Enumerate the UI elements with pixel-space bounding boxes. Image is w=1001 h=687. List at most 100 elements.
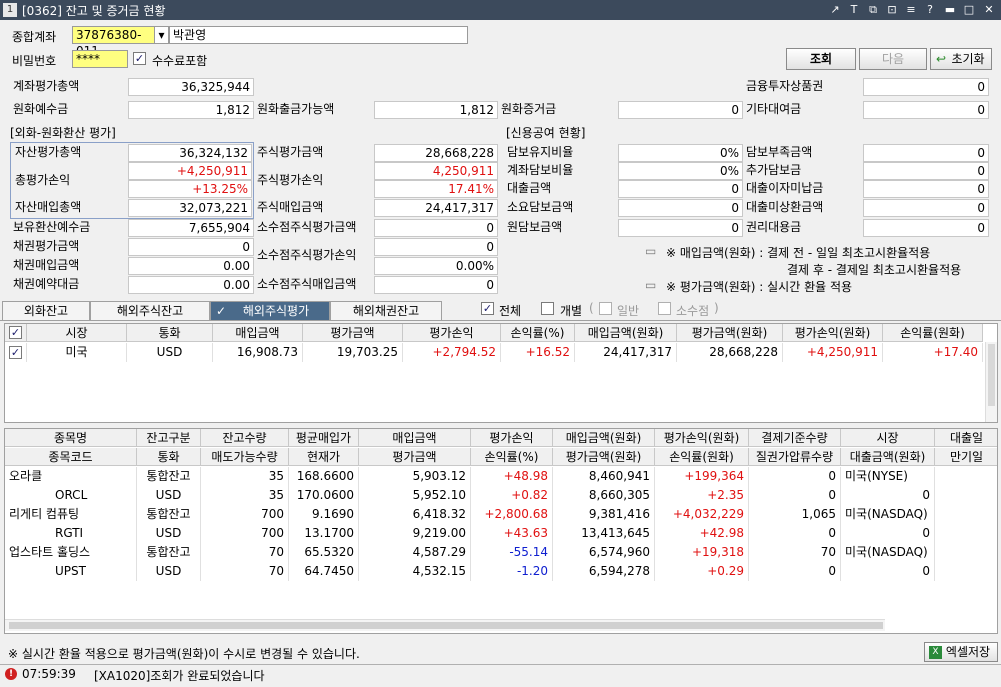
bond-eval-value: 0 bbox=[128, 238, 254, 256]
account-dropdown-icon[interactable]: ▾ bbox=[154, 26, 169, 44]
asset-buy-label: 자산매입총액 bbox=[15, 200, 82, 214]
fee-include-label: 수수료포함 bbox=[152, 54, 208, 68]
cell: +0.82 bbox=[471, 486, 553, 505]
bond-buy-value: 0.00 bbox=[128, 257, 254, 275]
loan-unpaid-label: 대출미상환금액 bbox=[746, 200, 824, 214]
cell: +17.40 bbox=[883, 343, 983, 362]
acct-col-label: 계좌담보비율 bbox=[507, 163, 574, 177]
cell: 168.6600 bbox=[289, 467, 359, 486]
acct-col-value: 0% bbox=[618, 162, 743, 180]
cell: 35 bbox=[201, 467, 289, 486]
tab-foreign-stock-balance[interactable]: 해외주식잔고 bbox=[90, 301, 210, 321]
other-loan-label: 기타대여금 bbox=[746, 102, 802, 116]
capture-icon[interactable]: ⊡ bbox=[885, 3, 899, 17]
col-short-value: 0 bbox=[863, 144, 989, 162]
cell: 0 bbox=[749, 486, 841, 505]
fx-section-title: [외화-원화환산 평가] bbox=[10, 126, 116, 140]
loan-value: 0 bbox=[618, 180, 743, 198]
scroll-thumb[interactable] bbox=[988, 344, 995, 406]
fin-inv-value: 0 bbox=[863, 78, 989, 96]
detail-header: 시장 bbox=[841, 429, 935, 447]
detail-header: 매입금액(원화) bbox=[553, 429, 655, 447]
copy-icon[interactable]: ⧉ bbox=[866, 3, 880, 17]
frac-buy-value: 0 bbox=[374, 276, 498, 294]
help-icon[interactable]: ? bbox=[923, 3, 937, 17]
cell bbox=[935, 505, 997, 524]
cell: 70 bbox=[749, 543, 841, 562]
filter-normal-checkbox[interactable] bbox=[599, 302, 612, 315]
frac-eval-value: 0 bbox=[374, 219, 498, 237]
cell: 9,381,416 bbox=[553, 505, 655, 524]
password-input[interactable]: **** bbox=[72, 50, 128, 68]
reset-label: 초기화 bbox=[951, 52, 985, 66]
cell: +199,364 bbox=[655, 467, 749, 486]
summary-scrollbar[interactable] bbox=[985, 342, 997, 422]
credit-section-title: [신용공여 현황] bbox=[506, 126, 586, 140]
detail-header: 매입금액 bbox=[359, 429, 471, 447]
title-bar: 1 [0362] 잔고 및 증거금 현황 ↗ T ⧉ ⊡ ≡ ? ▬ □ ✕ bbox=[0, 0, 1001, 20]
cell: UPST bbox=[5, 562, 137, 581]
req-col-value: 0 bbox=[618, 199, 743, 217]
footer-note: ※ 실시간 환율 적용으로 평가금액(원화)이 수시로 변경될 수 있습니다. bbox=[8, 647, 360, 661]
next-button[interactable]: 다음 bbox=[859, 48, 927, 70]
detail-scrollbar[interactable] bbox=[5, 619, 885, 631]
tab-foreign-bond-balance[interactable]: 해외채권잔고 bbox=[330, 301, 442, 321]
cell: 16,908.73 bbox=[213, 343, 303, 362]
cell: 64.7450 bbox=[289, 562, 359, 581]
cell: 미국(NYSE) bbox=[841, 467, 935, 486]
popout-icon[interactable]: ↗ bbox=[828, 3, 842, 17]
krw-withdraw-value: 1,812 bbox=[374, 101, 498, 119]
cell: -55.14 bbox=[471, 543, 553, 562]
settings-icon[interactable]: ≡ bbox=[904, 3, 918, 17]
tab-label: 해외주식평가 bbox=[242, 304, 310, 318]
detail-header: 손익률(원화) bbox=[655, 448, 749, 466]
stock-buy-value: 24,417,317 bbox=[374, 199, 498, 217]
cell: 24,417,317 bbox=[575, 343, 677, 362]
detail-header: 잔고수량 bbox=[201, 429, 289, 447]
filter-frac-checkbox[interactable] bbox=[658, 302, 671, 315]
frac-buy-label: 소수점주식매입금액 bbox=[257, 277, 357, 291]
cell: 통합잔고 bbox=[137, 467, 201, 486]
cell: 6,574,960 bbox=[553, 543, 655, 562]
krw-col-label: 원담보금액 bbox=[507, 220, 563, 234]
row-checkbox[interactable]: ✓ bbox=[5, 343, 27, 362]
filter-frac-label: 소수점 bbox=[676, 304, 710, 318]
cell: +0.29 bbox=[655, 562, 749, 581]
cell: USD bbox=[137, 562, 201, 581]
cell: 70 bbox=[201, 543, 289, 562]
tab-foreign-stock-eval[interactable]: ✓ 해외주식평가 bbox=[210, 301, 330, 321]
text-icon[interactable]: T bbox=[847, 3, 861, 17]
col-maint-label: 담보유지비율 bbox=[507, 145, 574, 159]
reset-button[interactable]: ↩ 초기화 bbox=[930, 48, 992, 70]
loan-int-value: 0 bbox=[863, 180, 989, 198]
fee-include-checkbox[interactable]: ✓ bbox=[133, 52, 146, 65]
filter-each-checkbox[interactable] bbox=[541, 302, 554, 315]
cell: 0 bbox=[841, 524, 935, 543]
minimize-icon[interactable]: ▬ bbox=[943, 3, 957, 17]
close-icon[interactable]: ✕ bbox=[982, 3, 996, 17]
detail-header: 매도가능수량 bbox=[201, 448, 289, 466]
cell: USD bbox=[137, 524, 201, 543]
krw-withdraw-label: 원화출금가능액 bbox=[257, 102, 335, 116]
filter-all-checkbox[interactable]: ✓ bbox=[481, 302, 494, 315]
cell: 업스타트 홀딩스 bbox=[5, 543, 137, 562]
filter-all-label: 전체 bbox=[499, 304, 522, 318]
reset-arrow-icon: ↩ bbox=[936, 52, 947, 66]
note-after-settle: 결제 후 - 결제일 최초고시환율적용 bbox=[787, 263, 962, 277]
detail-header: 손익률(%) bbox=[471, 448, 553, 466]
summary-header-checkbox[interactable]: ✓ bbox=[5, 324, 27, 342]
cell: 5,952.10 bbox=[359, 486, 471, 505]
detail-header: 종목코드 bbox=[5, 448, 137, 466]
tab-fx-balance[interactable]: 외화잔고 bbox=[2, 301, 90, 321]
cell: 170.0600 bbox=[289, 486, 359, 505]
account-number-input[interactable]: 37876380-011 bbox=[72, 26, 158, 58]
scroll-thumb[interactable] bbox=[9, 622, 883, 629]
table-row[interactable]: ✓ 미국 USD 16,908.73 19,703.25 +2,794.52 +… bbox=[5, 343, 983, 363]
alert-icon: ! bbox=[5, 668, 17, 680]
excel-icon: X bbox=[929, 646, 942, 659]
excel-save-button[interactable]: X 엑셀저장 bbox=[924, 642, 998, 662]
query-button[interactable]: 조회 bbox=[786, 48, 856, 70]
window-icon: 1 bbox=[3, 3, 17, 17]
maximize-icon[interactable]: □ bbox=[962, 3, 976, 17]
add-col-value: 0 bbox=[863, 162, 989, 180]
